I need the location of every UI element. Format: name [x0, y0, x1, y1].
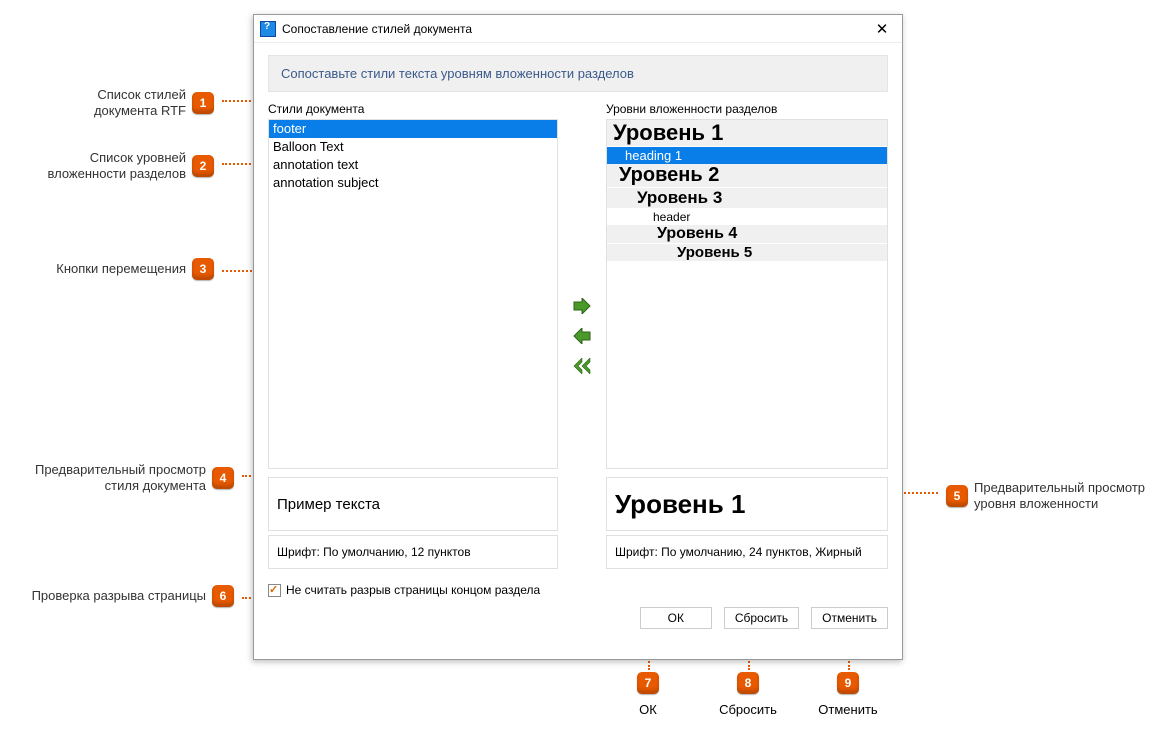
style-item[interactable]: Balloon Text: [269, 138, 557, 156]
callout-7-text: ОК: [608, 702, 688, 717]
level-item[interactable]: Уровень 2: [607, 164, 887, 187]
callout-3-text: Кнопки перемещения: [56, 261, 186, 277]
callout-9-text: Отменить: [808, 702, 888, 717]
cancel-button[interactable]: Отменить: [811, 607, 888, 629]
callout-3-badge: 3: [192, 258, 214, 280]
style-mapping-dialog: Сопоставление стилей документа ✕ Сопоста…: [253, 14, 903, 660]
style-font-description: Шрифт: По умолчанию, 12 пунктов: [268, 535, 558, 569]
callout-2-badge: 2: [192, 155, 214, 177]
callout-6-badge: 6: [212, 585, 234, 607]
page-break-checkbox-label: Не считать разрыв страницы концом раздел…: [286, 583, 540, 597]
style-preview: Пример текста: [268, 477, 558, 531]
instruction-banner: Сопоставьте стили текста уровням вложенн…: [268, 55, 888, 92]
arrow-left-icon: [572, 328, 592, 344]
app-icon: [260, 21, 276, 37]
reset-button[interactable]: Сбросить: [724, 607, 799, 629]
close-button[interactable]: ✕: [868, 19, 896, 39]
level-item[interactable]: Уровень 3: [607, 188, 887, 208]
style-item[interactable]: footer: [269, 120, 557, 138]
callout-2-text: Список уровней вложенности разделов: [47, 150, 186, 181]
levels-label: Уровни вложенности разделов: [606, 102, 888, 116]
levels-listbox[interactable]: Уровень 1 heading 1 Уровень 2 Уровень 3 …: [606, 119, 888, 469]
move-left-button[interactable]: [569, 324, 595, 348]
callout-5-badge: 5: [946, 485, 968, 507]
callout-6-text: Проверка разрыва страницы: [32, 588, 206, 604]
arrow-right-icon: [572, 298, 592, 314]
callout-8-badge: 8: [737, 672, 759, 694]
callout-4-text: Предварительный просмотр стиля документа: [35, 462, 206, 493]
page-break-checkbox[interactable]: [268, 584, 281, 597]
styles-label: Стили документа: [268, 102, 558, 116]
callout-1-badge: 1: [192, 92, 214, 114]
level-preview: Уровень 1: [606, 477, 888, 531]
double-arrow-left-icon: [571, 358, 593, 374]
callout-7-badge: 7: [637, 672, 659, 694]
callout-8-text: Сбросить: [708, 702, 788, 717]
style-item[interactable]: annotation text: [269, 156, 557, 174]
move-all-left-button[interactable]: [569, 354, 595, 378]
level-item[interactable]: Уровень 1: [607, 120, 887, 146]
level-font-description: Шрифт: По умолчанию, 24 пунктов, Жирный: [606, 535, 888, 569]
window-title: Сопоставление стилей документа: [282, 22, 868, 36]
move-right-button[interactable]: [569, 294, 595, 318]
level-assigned-style[interactable]: header: [607, 209, 887, 225]
callout-4-badge: 4: [212, 467, 234, 489]
callout-5-text: Предварительный просмотр уровня вложенно…: [974, 480, 1145, 511]
callout-9-badge: 9: [837, 672, 859, 694]
level-item[interactable]: Уровень 5: [607, 244, 887, 261]
styles-listbox[interactable]: footer Balloon Text annotation text anno…: [268, 119, 558, 469]
style-item[interactable]: annotation subject: [269, 174, 557, 192]
ok-button[interactable]: ОК: [640, 607, 712, 629]
callout-1-text: Список стилей документа RTF: [94, 87, 186, 118]
level-assigned-style[interactable]: heading 1: [607, 147, 887, 164]
titlebar: Сопоставление стилей документа ✕: [254, 15, 902, 43]
level-item[interactable]: Уровень 4: [607, 225, 887, 243]
